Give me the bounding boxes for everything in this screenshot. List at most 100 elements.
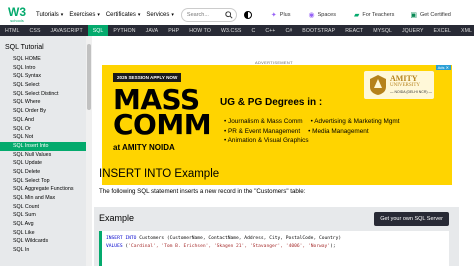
code-text: Customers (CustomerName, ContactName, Ad…: [136, 236, 342, 241]
logo-subtext: schools: [10, 17, 24, 23]
get-sql-server-button[interactable]: Get your own SQL Server: [374, 212, 449, 226]
plus-button[interactable]: ✦ Plus: [268, 8, 294, 22]
ad-program: • Animation & Visual Graphics: [224, 137, 309, 145]
search-placeholder: Search...: [186, 11, 209, 18]
w3schools-logo[interactable]: W3 schools: [4, 4, 30, 26]
code-text: );: [330, 243, 336, 249]
sidebar-item-sql-select-distinct[interactable]: SQL Select Distinct: [0, 90, 92, 99]
get-certified-button[interactable]: ▣ Get Certified: [407, 8, 454, 22]
example-title: Example: [99, 213, 135, 223]
lang-tab-php[interactable]: PHP: [163, 25, 184, 36]
ad-logo-university: UNIVERSITY: [390, 83, 420, 88]
lang-tab-java[interactable]: JAVA: [141, 25, 164, 36]
ad-logo-city: — NOIDA (DELHI NCR) —: [390, 90, 433, 94]
ad-location: at AMITY NOIDA: [113, 143, 175, 152]
ad-headline: UG & PG Degrees in :: [220, 97, 323, 108]
sidebar-item-sql-and[interactable]: SQL And: [0, 116, 92, 125]
search-input[interactable]: Search...: [180, 7, 237, 22]
lang-tab-xml[interactable]: XML: [456, 25, 474, 36]
lang-tab-w3css[interactable]: W3.CSS: [216, 25, 247, 36]
sidebar-item-sql-min-and-max[interactable]: SQL Min and Max: [0, 194, 92, 203]
advertisement-banner[interactable]: 2025 SESSION APPLY NOW MASS COMM at AMIT…: [102, 65, 452, 185]
teacher-icon: ▰: [353, 11, 360, 19]
plus-label: Plus: [279, 11, 291, 18]
code-block: INSERT INTO Customers (CustomerName, Con…: [99, 231, 449, 266]
ad-program-row: • PR & Event Management • Media Manageme…: [224, 127, 400, 137]
ad-program-row: • Journalism & Mass Comm • Advertising &…: [224, 117, 400, 127]
tutorials-menu[interactable]: Tutorials ▾: [36, 12, 63, 18]
lang-tab-c[interactable]: C: [246, 25, 260, 36]
sidebar-item-sql-null-values[interactable]: SQL Null Values: [0, 151, 92, 160]
sidebar-title: SQL Tutorial: [5, 44, 44, 51]
ad-program: • Media Management: [308, 127, 369, 135]
services-menu[interactable]: Services ▾: [146, 12, 174, 18]
sidebar-item-sql-select[interactable]: SQL Select: [0, 81, 92, 90]
sparkle-icon: ✦: [270, 11, 277, 19]
sidebar-item-sql-avg[interactable]: SQL Avg: [0, 220, 92, 229]
sidebar-item-sql-delete[interactable]: SQL Delete: [0, 168, 92, 177]
ad-title: MASS COMM: [113, 86, 212, 141]
ad-session-badge: 2025 SESSION APPLY NOW: [113, 73, 182, 82]
lang-tab-excel[interactable]: EXCEL: [429, 25, 457, 36]
ad-close-button[interactable]: Ads ✕: [435, 65, 451, 70]
globe-icon: ◉: [308, 11, 315, 19]
sidebar-item-sql-order-by[interactable]: SQL Order By: [0, 107, 92, 116]
for-teachers-button[interactable]: ▰ For Teachers: [351, 8, 397, 22]
ad-program: • PR & Event Management: [224, 127, 301, 135]
certificates-menu-label: Certificates: [105, 11, 136, 18]
code-string: 'Cardinal', 'Tom B. Erichsen', 'Skagen 2…: [128, 243, 331, 249]
code-keyword: VALUES: [106, 243, 123, 249]
main-content: ADVERTISEMENT 2025 SESSION APPLY NOW MAS…: [92, 36, 474, 266]
sidebar-item-sql-sum[interactable]: SQL Sum: [0, 211, 92, 220]
services-menu-label: Services: [146, 11, 170, 18]
certificate-icon: ▣: [410, 11, 417, 19]
chevron-down-icon: ▾: [60, 11, 64, 18]
sidebar-item-sql-count[interactable]: SQL Count: [0, 203, 92, 212]
amity-logo: AMITY UNIVERSITY — NOIDA (DELHI NCR) —: [364, 71, 434, 99]
page-heading: INSERT INTO Example: [99, 168, 220, 180]
spaces-button[interactable]: ◉ Spaces: [305, 8, 338, 22]
sidebar-item-sql-insert-into[interactable]: SQL Insert Into: [0, 141, 92, 151]
example-box: Example Get your own SQL Server INSERT I…: [94, 207, 459, 266]
sidebar-item-sql-syntax[interactable]: SQL Syntax: [0, 72, 92, 81]
code-keyword: INSERT INTO: [106, 236, 137, 241]
lang-tab-cpp[interactable]: C++: [260, 25, 280, 36]
sidebar-item-sql-wildcards[interactable]: SQL Wildcards: [0, 237, 92, 246]
ad-logo-name: AMITY: [390, 74, 418, 83]
search-icon[interactable]: [225, 10, 233, 19]
sidebar-item-sql-update[interactable]: SQL Update: [0, 159, 92, 168]
lang-tab-html[interactable]: HTML: [0, 25, 25, 36]
lang-tab-csharp[interactable]: C#: [280, 25, 297, 36]
sidebar-item-sql-intro[interactable]: SQL Intro: [0, 64, 92, 73]
sidebar-scrollbar-thumb[interactable]: [87, 44, 91, 110]
lang-tab-react[interactable]: REACT: [340, 25, 368, 36]
certificates-menu[interactable]: Certificates ▾: [106, 12, 141, 18]
sidebar-item-sql-like[interactable]: SQL Like: [0, 229, 92, 238]
ad-program-row: • Animation & Visual Graphics: [224, 136, 400, 146]
sidebar: SQL Tutorial SQL HOME SQL Intro SQL Synt…: [0, 36, 92, 266]
lang-tab-mysql[interactable]: MYSQL: [368, 25, 397, 36]
for-teachers-label: For Teachers: [362, 11, 395, 18]
sidebar-item-sql-select-top[interactable]: SQL Select Top: [0, 177, 92, 186]
lang-tab-jquery[interactable]: JQUERY: [397, 25, 429, 36]
lang-tab-python[interactable]: PYTHON: [108, 25, 140, 36]
exercises-menu[interactable]: Exercises ▾: [69, 12, 100, 18]
sidebar-item-sql-home[interactable]: SQL HOME: [0, 55, 92, 64]
ad-program: • Journalism & Mass Comm: [224, 118, 303, 125]
ad-program-list: • Journalism & Mass Comm • Advertising &…: [224, 117, 400, 146]
sidebar-item-sql-in[interactable]: SQL In: [0, 246, 92, 255]
lang-tab-bootstrap[interactable]: BOOTSTRAP: [297, 25, 340, 36]
amity-emblem-icon: [370, 75, 386, 95]
sidebar-item-sql-where[interactable]: SQL Where: [0, 98, 92, 107]
lang-tab-css[interactable]: CSS: [25, 25, 46, 36]
lang-tab-javascript[interactable]: JAVASCRIPT: [46, 25, 88, 36]
dark-mode-toggle-icon[interactable]: [243, 10, 252, 19]
ad-title-line2: COMM: [113, 108, 212, 141]
sidebar-item-sql-or[interactable]: SQL Or: [0, 125, 92, 134]
lang-tab-how-to[interactable]: HOW TO: [184, 25, 216, 36]
sidebar-item-sql-not[interactable]: SQL Not: [0, 133, 92, 142]
lang-tab-sql[interactable]: SQL: [87, 25, 109, 36]
chevron-down-icon: ▾: [171, 11, 174, 18]
sidebar-item-sql-aggregate-functions[interactable]: SQL Aggregate Functions: [0, 185, 92, 194]
get-certified-label: Get Certified: [419, 11, 451, 18]
